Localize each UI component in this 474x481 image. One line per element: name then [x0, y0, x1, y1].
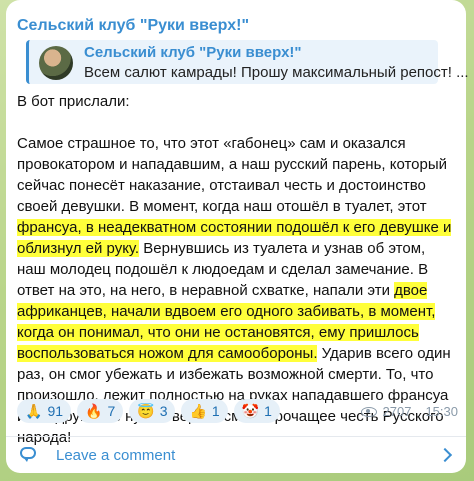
eye-icon — [360, 406, 377, 417]
reactions-bar: 🙏 91 🔥 7 😇 3 👍 1 🤡 1 — [17, 399, 280, 425]
message-intro: В бот прислали: — [17, 93, 130, 110]
clown-emoji-icon: 🤡 — [241, 403, 260, 419]
reaction-count: 91 — [47, 403, 64, 419]
message-time: 15:30 — [425, 404, 458, 419]
forwarded-quote[interactable]: Сельский клуб "Руки вверх!" Всем салют к… — [26, 40, 469, 84]
reaction-count: 1 — [264, 403, 272, 419]
reaction-count: 3 — [159, 403, 168, 419]
pray-emoji-icon: 🙏 — [25, 403, 43, 419]
reaction-pray[interactable]: 🙏 91 — [17, 399, 72, 423]
leave-comment-button[interactable]: Leave a comment — [6, 437, 466, 473]
message-meta: 2707 15:30 — [360, 404, 458, 419]
reaction-count: 7 — [107, 403, 116, 419]
fire-emoji-icon: 🔥 — [85, 403, 103, 419]
comment-icon — [20, 447, 40, 463]
reaction-thumbs-up[interactable]: 👍 1 — [181, 399, 228, 423]
thumbs-up-emoji-icon: 👍 — [189, 403, 207, 419]
quote-text: Всем салют камрады! Прошу максимальный р… — [84, 64, 469, 81]
reaction-angel[interactable]: 😇 3 — [129, 399, 176, 423]
view-count: 2707 — [382, 404, 412, 419]
reaction-clown[interactable]: 🤡 1 — [233, 399, 280, 423]
chevron-right-icon — [437, 447, 453, 463]
reaction-count: 1 — [211, 403, 220, 419]
reaction-fire[interactable]: 🔥 7 — [77, 399, 124, 423]
message-body: В бот прислали: Самое страшное то, что э… — [17, 91, 457, 448]
angel-emoji-icon: 😇 — [137, 403, 155, 419]
channel-avatar[interactable] — [39, 46, 73, 80]
text-segment: Самое страшное то, что этот «габонец» са… — [17, 135, 448, 215]
leave-comment-label: Leave a comment — [56, 446, 176, 464]
quote-title: Сельский клуб "Руки вверх!" — [84, 44, 302, 61]
channel-title[interactable]: Сельский клуб "Руки вверх!" — [17, 17, 249, 35]
